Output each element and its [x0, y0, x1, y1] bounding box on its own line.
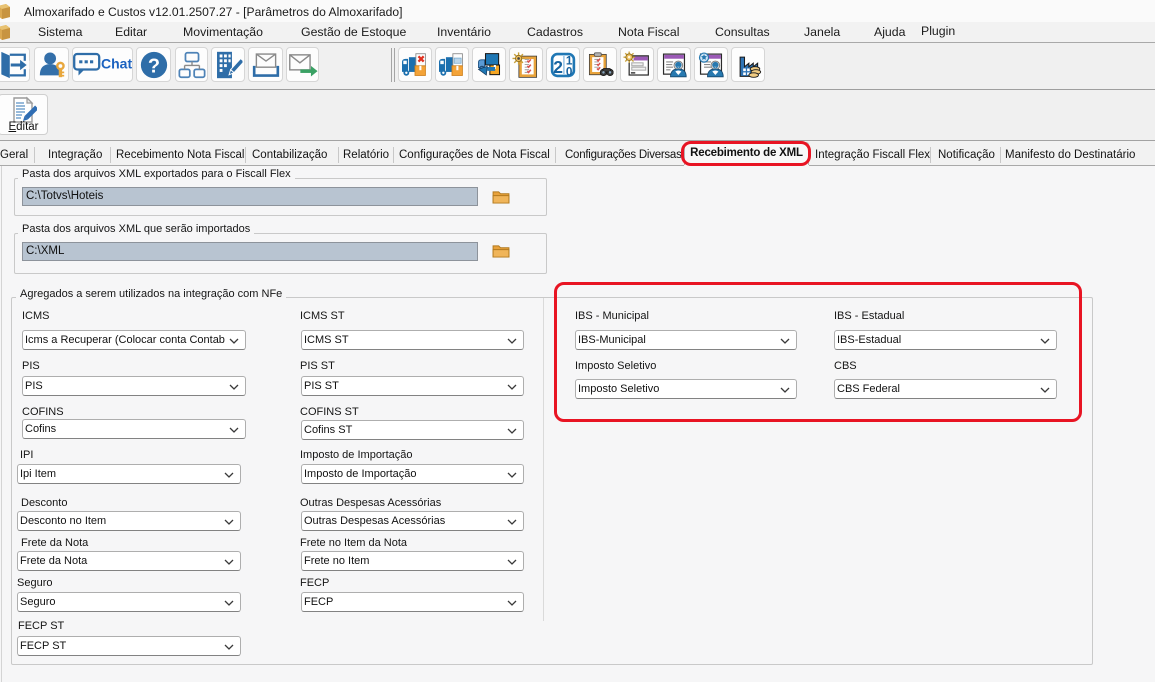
svg-text:Chat: Chat: [101, 55, 132, 71]
svg-text:0: 0: [566, 65, 573, 78]
svg-text:2: 2: [553, 56, 563, 76]
svg-text:?: ?: [147, 55, 159, 77]
